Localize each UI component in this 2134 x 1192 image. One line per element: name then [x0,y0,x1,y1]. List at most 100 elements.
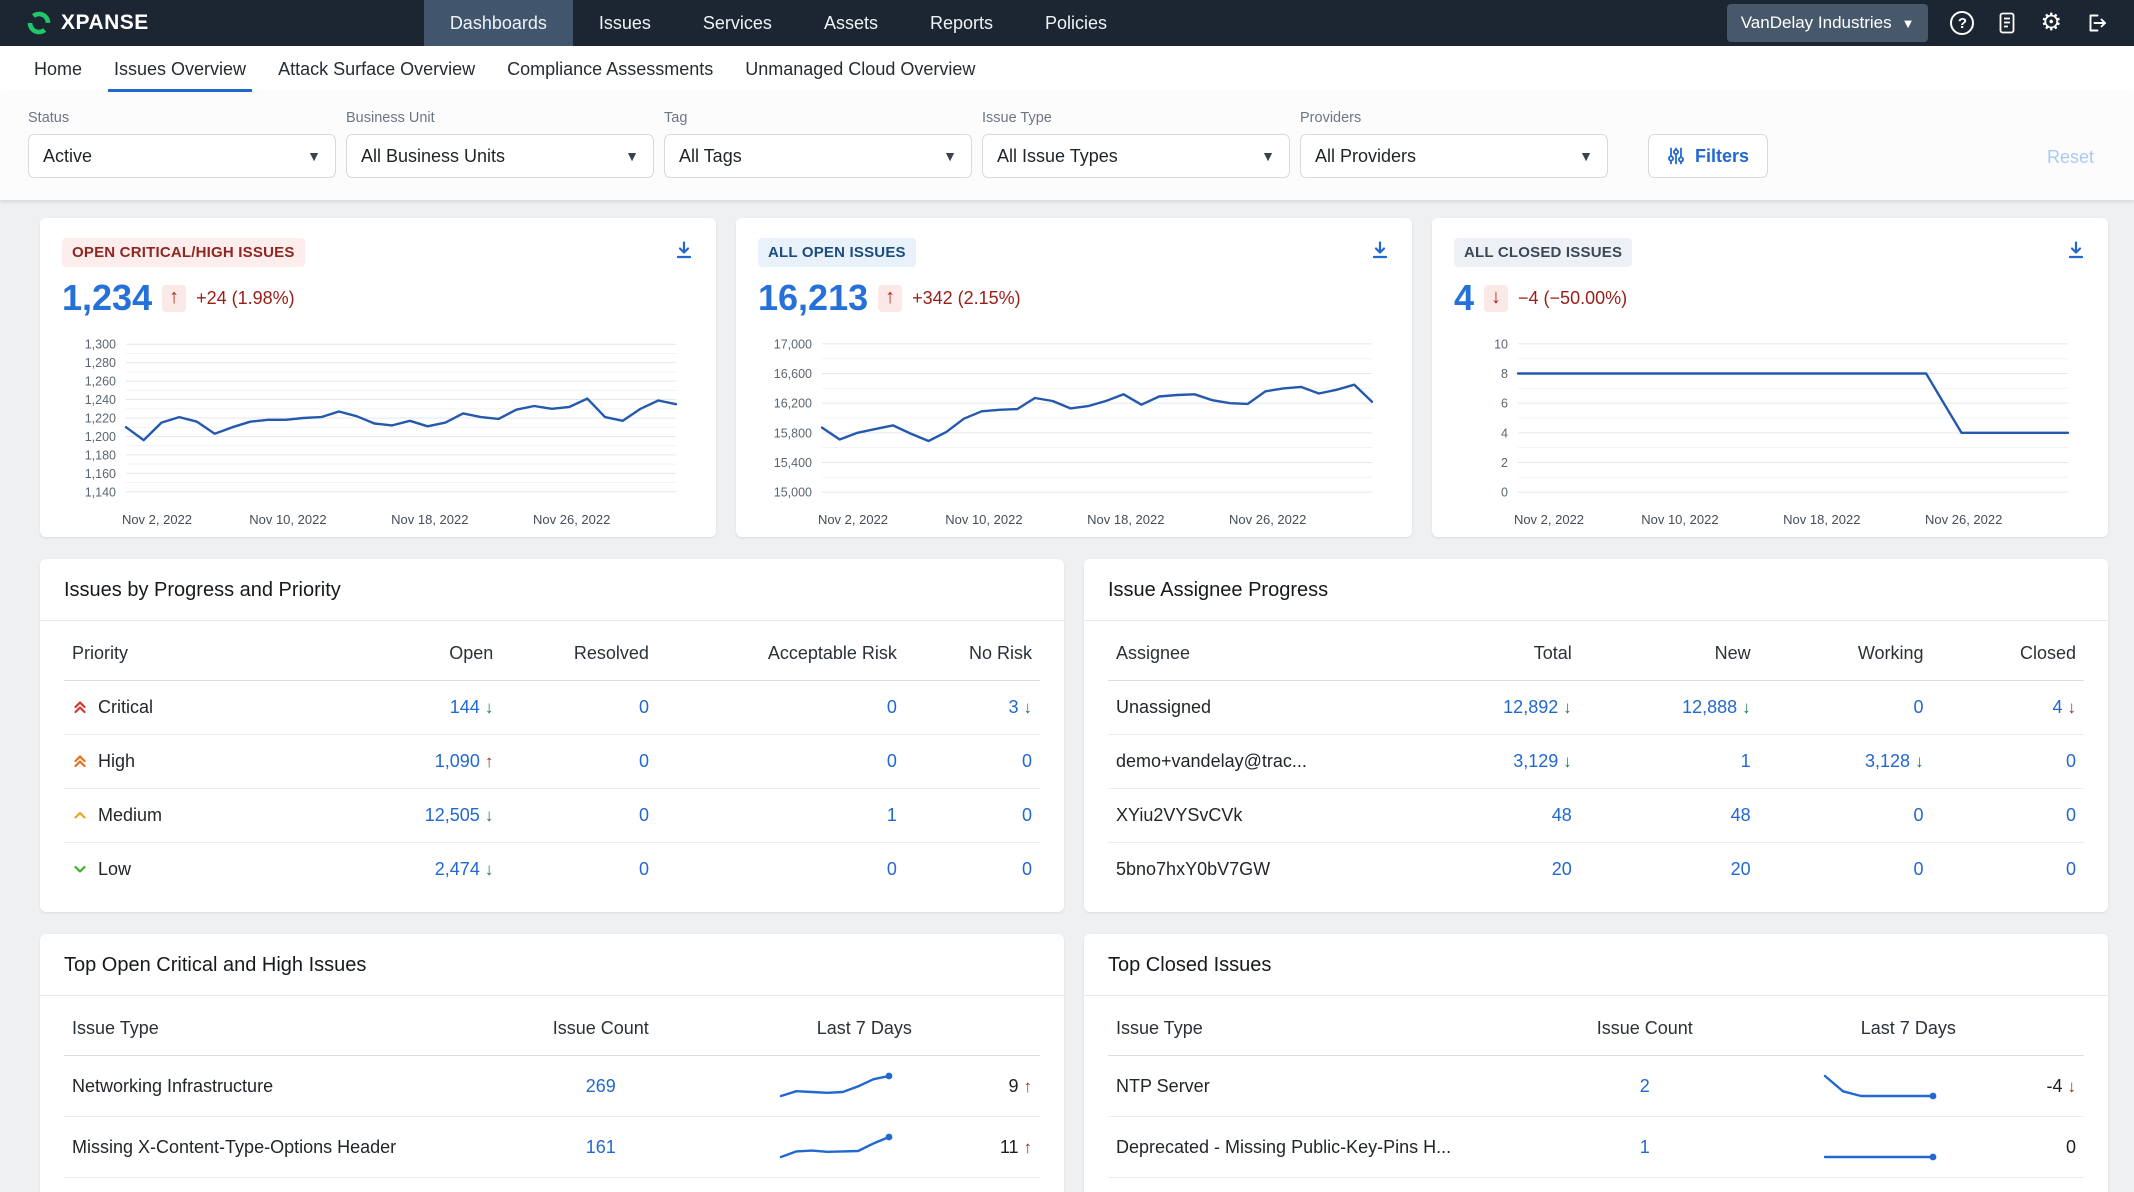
value-link[interactable]: 269 [586,1076,616,1096]
value-link[interactable]: 20 [1731,859,1751,879]
trend-down-icon: ↓ [1742,698,1751,717]
cell-acceptable-risk: 0 [657,843,905,897]
download-icon[interactable] [2066,240,2086,265]
cell-label: Medium [98,805,162,825]
svg-text:2: 2 [1501,456,1508,470]
filter-select-tag[interactable]: All Tags▼ [664,134,972,178]
value-link[interactable]: 0 [887,751,897,771]
value-link[interactable]: 0 [887,859,897,879]
value-link[interactable]: 0 [2066,805,2076,825]
last-7-days-cell: -4↓ [1741,1072,2076,1100]
cell-new: 48 [1580,789,1759,843]
filters-button[interactable]: Filters [1648,134,1768,178]
tab-home[interactable]: Home [18,46,98,92]
value-link[interactable]: 3,128 [1865,751,1910,771]
issue-assignee-progress-card: Issue Assignee Progress AssigneeTotalNew… [1084,559,2108,912]
value-link[interactable]: 1 [887,805,897,825]
trend-value: 0 [2024,1137,2076,1158]
value-link[interactable]: 12,505 [425,805,480,825]
cell-closed: 0 [1932,735,2084,789]
xpanse-logo-icon [26,10,52,36]
value-link[interactable]: 0 [2066,751,2076,771]
filter-business-unit: Business UnitAll Business Units▼ [346,110,654,178]
value-link[interactable]: 3 [1008,697,1018,717]
tab-attack-surface-overview[interactable]: Attack Surface Overview [262,46,491,92]
value-link[interactable]: 48 [1731,805,1751,825]
value-link[interactable]: 1 [1741,751,1751,771]
cell-last-7-days: -4↓ [1733,1056,2084,1117]
nav-item-services[interactable]: Services [677,0,798,46]
value-link[interactable]: 0 [1022,805,1032,825]
nav-item-dashboards[interactable]: Dashboards [424,0,573,46]
trend-line-chart: 1,1401,1601,1801,2001,2201,2401,2601,280… [62,325,682,531]
value-link[interactable]: 0 [639,859,649,879]
nav-item-policies[interactable]: Policies [1019,0,1133,46]
cell-last-7-days: 0 [1733,1178,2084,1192]
cell-label: 5bno7hxY0bV7GW [1116,859,1270,879]
download-icon[interactable] [674,240,694,265]
value-link[interactable]: 1,090 [435,751,480,771]
tab-compliance-assessments[interactable]: Compliance Assessments [491,46,729,92]
logout-icon[interactable] [2084,11,2108,35]
filter-select-issue-type[interactable]: All Issue Types▼ [982,134,1290,178]
cell-issue-type: Networking Infrastructure [64,1056,513,1117]
value-link[interactable]: 4 [2052,697,2062,717]
cell-working: 0 [1759,843,1932,897]
value-link[interactable]: 0 [639,805,649,825]
download-icon[interactable] [1370,240,1390,265]
value-link[interactable]: 2 [1640,1076,1650,1096]
issues-by-progress-card: Issues by Progress and Priority Priority… [40,559,1064,912]
value-link[interactable]: 12,888 [1682,697,1737,717]
value-link[interactable]: 0 [1914,805,1924,825]
value-link[interactable]: 12,892 [1503,697,1558,717]
kpi-metric: 16,213↑+342 (2.15%) [758,277,1390,319]
value-link[interactable]: 161 [586,1137,616,1157]
cell-label: Networking Infrastructure [72,1076,273,1096]
svg-text:Nov 26, 2022: Nov 26, 2022 [1925,512,2002,527]
value-link[interactable]: 0 [887,697,897,717]
svg-text:1,140: 1,140 [85,485,116,499]
svg-text:Nov 10, 2022: Nov 10, 2022 [1641,512,1718,527]
value-link[interactable]: 0 [639,751,649,771]
kpi-row: OPEN CRITICAL/HIGH ISSUES1,234↑+24 (1.98… [40,218,2108,537]
nav-item-assets[interactable]: Assets [798,0,904,46]
value-link[interactable]: 0 [2066,859,2076,879]
section-title: Top Open Critical and High Issues [64,954,1040,977]
value-link[interactable]: 0 [1022,751,1032,771]
value-link[interactable]: 2,474 [435,859,480,879]
svg-text:10: 10 [1494,337,1508,351]
value-link[interactable]: 20 [1552,859,1572,879]
value-link[interactable]: 0 [1022,859,1032,879]
column-acceptable-risk: Acceptable Risk [657,623,905,681]
filter-select-business-unit[interactable]: All Business Units▼ [346,134,654,178]
value-link[interactable]: 3,129 [1513,751,1558,771]
help-icon[interactable]: ? [1950,11,1974,35]
nav-item-reports[interactable]: Reports [904,0,1019,46]
cell-priority: High [64,735,357,789]
kpi-card-all-open-issues: ALL OPEN ISSUES16,213↑+342 (2.15%)15,000… [736,218,1412,537]
tab-issues-overview[interactable]: Issues Overview [98,46,262,92]
value-link[interactable]: 1 [1640,1137,1650,1157]
value-link[interactable]: 144 [450,697,480,717]
org-name: VanDelay Industries [1741,13,1892,33]
tab-unmanaged-cloud-overview[interactable]: Unmanaged Cloud Overview [729,46,991,92]
filter-label: Tag [664,110,972,126]
section-title: Top Closed Issues [1108,954,2084,977]
top-closed-issues-card: Top Closed Issues Issue TypeIssue CountL… [1084,934,2108,1192]
column-new: New [1580,623,1759,681]
reset-button[interactable]: Reset [2033,137,2108,178]
value-link[interactable]: 0 [1914,697,1924,717]
trend-line-chart: 15,00015,40015,80016,20016,60017,000Nov … [758,325,1378,531]
value-link[interactable]: 48 [1552,805,1572,825]
cell-open: 1,090↑ [357,735,502,789]
cell-assignee: XYiu2VYSvCVk [1108,789,1401,843]
table-row: Networking Infrastructure2699↑ [64,1056,1040,1117]
settings-gear-icon[interactable]: ⚙ [2040,11,2062,35]
filter-select-status[interactable]: Active▼ [28,134,336,178]
org-switcher-button[interactable]: VanDelay Industries ▼ [1727,4,1929,42]
release-notes-icon[interactable] [1996,11,2018,35]
nav-item-issues[interactable]: Issues [573,0,677,46]
value-link[interactable]: 0 [639,697,649,717]
value-link[interactable]: 0 [1914,859,1924,879]
filter-select-providers[interactable]: All Providers▼ [1300,134,1608,178]
